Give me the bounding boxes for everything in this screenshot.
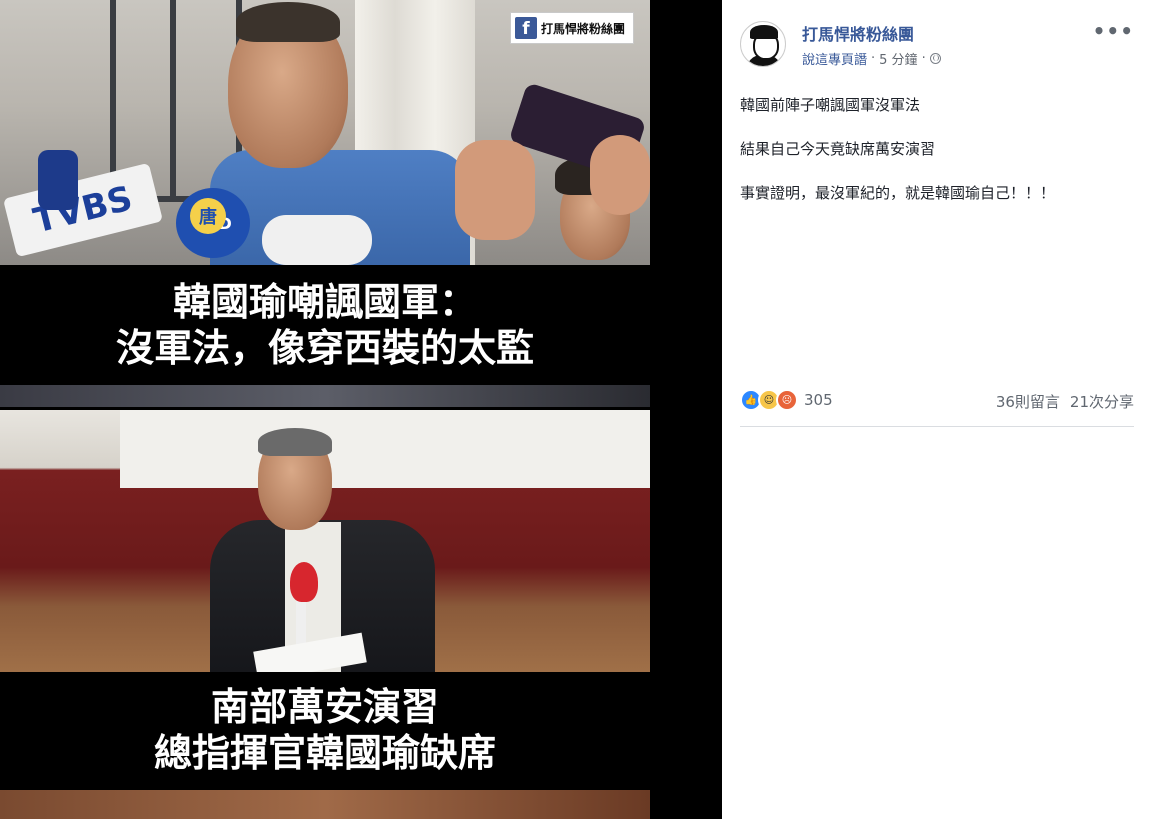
photo-strip — [0, 385, 650, 407]
hand — [455, 140, 535, 240]
more-options-button[interactable]: ••• — [1093, 19, 1134, 43]
caption-top-line1: 韓國瑜嘲諷國軍： — [172, 280, 477, 324]
white-mic — [262, 215, 372, 265]
meta-separator: · — [921, 51, 926, 66]
tang-label: 唐 — [199, 207, 217, 228]
projection-screen — [120, 410, 650, 488]
caption-top-line2: 沒軍法，像穿西裝的太監 — [115, 326, 534, 371]
meta-link[interactable]: 說這專頁譖 — [802, 49, 867, 68]
watermark: f 打馬悍將粉絲團 — [510, 12, 635, 44]
engagement-counts: 36則留言 21次分享 — [996, 391, 1134, 412]
post-text-line: 事實證明，最沒軍紀的，就是韓國瑜自己！！！ — [740, 184, 1056, 202]
page-name-link[interactable]: 打馬悍將粉絲團 — [802, 21, 914, 45]
divider — [740, 426, 1134, 427]
reactions-summary[interactable]: 👍 ☺ ☹ 305 — [740, 389, 833, 411]
comment-count-link[interactable]: 36則留言 — [996, 391, 1060, 412]
post-timestamp[interactable]: 5 分鐘 — [879, 49, 917, 68]
page-avatar[interactable] — [740, 21, 786, 67]
post-image[interactable]: TVBS NTD 唐 f 打馬悍將粉絲團 韓國瑜嘲諷國軍： 沒軍法，像穿西裝的太… — [0, 0, 722, 819]
caption-top: 韓國瑜嘲諷國軍： 沒軍法，像穿西裝的太監 — [0, 265, 650, 385]
official-hair — [258, 428, 332, 456]
angry-reaction-icon: ☹ — [776, 389, 798, 411]
watermark-text: 打馬悍將粉絲團 — [541, 21, 626, 36]
meta-separator: · — [871, 51, 876, 66]
blue-mic — [38, 150, 78, 210]
tvbs-mic: TVBS — [2, 162, 164, 258]
post-text-line: 結果自己今天竟缺席萬安演習 — [740, 140, 936, 158]
caption-bottom-line1: 南部萬安演習 — [210, 685, 439, 729]
caption-bottom: 南部萬安演習 總指揮官韓國瑜缺席 — [0, 672, 650, 790]
globe-icon — [929, 53, 941, 64]
avatar-hair — [750, 25, 778, 39]
red-microphone — [290, 562, 318, 602]
post-panel: 打馬悍將粉絲團 說這專頁譖 · 5 分鐘 · ••• 韓國前陣子嘲諷國軍沒軍法 … — [722, 0, 1152, 819]
post-text-line: 韓國前陣子嘲諷國軍沒軍法 — [740, 96, 921, 114]
caption-bottom-line2: 總指揮官韓國瑜缺席 — [153, 731, 496, 776]
facebook-icon: f — [515, 17, 537, 39]
press-photo-bottom — [0, 410, 650, 672]
speaker-hair — [236, 2, 340, 42]
photo-strip — [0, 790, 650, 819]
press-photo-top: TVBS NTD 唐 f 打馬悍將粉絲團 — [0, 0, 650, 265]
post-meta: 說這專頁譖 · 5 分鐘 · — [802, 49, 941, 68]
reaction-count: 305 — [804, 391, 833, 409]
tang-mic-badge: 唐 — [190, 198, 226, 234]
hand — [590, 135, 650, 215]
share-count-link[interactable]: 21次分享 — [1070, 391, 1134, 412]
